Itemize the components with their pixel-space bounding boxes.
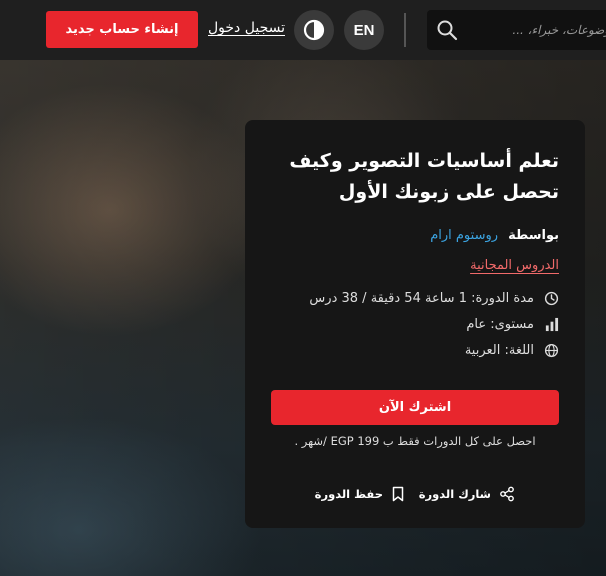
register-button[interactable]: إنشاء حساب جديد <box>46 11 198 48</box>
duration-text: مدة الدورة: 1 ساعة 54 دقيقة / 38 درس <box>309 290 534 306</box>
price-note: احصل على كل الدورات فقط ب EGP 199 /شهر . <box>294 434 536 448</box>
by-label: بواسطة <box>508 228 559 243</box>
bar-chart-icon <box>545 317 559 331</box>
course-level: مستوى: عام <box>466 315 559 333</box>
course-title: تعلم أساسيات التصوير وكيف تحصل على زبونك… <box>289 150 559 203</box>
level-text: مستوى: عام <box>466 316 534 332</box>
language-button[interactable]: EN <box>344 10 384 50</box>
search-input[interactable] <box>467 10 606 50</box>
contrast-icon <box>303 19 325 41</box>
course-duration: مدة الدورة: 1 ساعة 54 دقيقة / 38 درس <box>309 289 559 307</box>
search-box <box>427 10 606 50</box>
instructor-link[interactable]: روستوم ارام <box>430 228 498 243</box>
theme-toggle-button[interactable] <box>294 10 334 50</box>
save-course-button[interactable]: حفظ الدورة <box>315 484 405 504</box>
globe-icon <box>544 343 559 357</box>
share-label: شارك الدورة <box>418 487 491 501</box>
site-header: إنشاء حساب جديد تسجيل دخول EN <box>0 0 606 60</box>
share-icon <box>500 486 514 502</box>
bookmark-icon <box>392 486 404 502</box>
language-text: اللغة: العربية <box>464 342 534 358</box>
instructor-line: بواسطة روستوم ارام <box>430 228 559 243</box>
login-link[interactable]: تسجيل دخول <box>208 20 285 40</box>
course-language: اللغة: العربية <box>465 341 559 359</box>
search-icon[interactable] <box>435 18 459 42</box>
header-divider <box>404 13 406 47</box>
subscribe-button[interactable]: اشترك الآن <box>271 390 559 425</box>
course-card: تعلم أساسيات التصوير وكيف تحصل على زبونك… <box>245 120 585 528</box>
save-label: حفظ الدورة <box>314 487 383 501</box>
category-link[interactable]: الدروس المجانية <box>470 258 559 273</box>
clock-icon <box>544 291 559 305</box>
share-course-button[interactable]: شارك الدورة <box>419 484 515 504</box>
